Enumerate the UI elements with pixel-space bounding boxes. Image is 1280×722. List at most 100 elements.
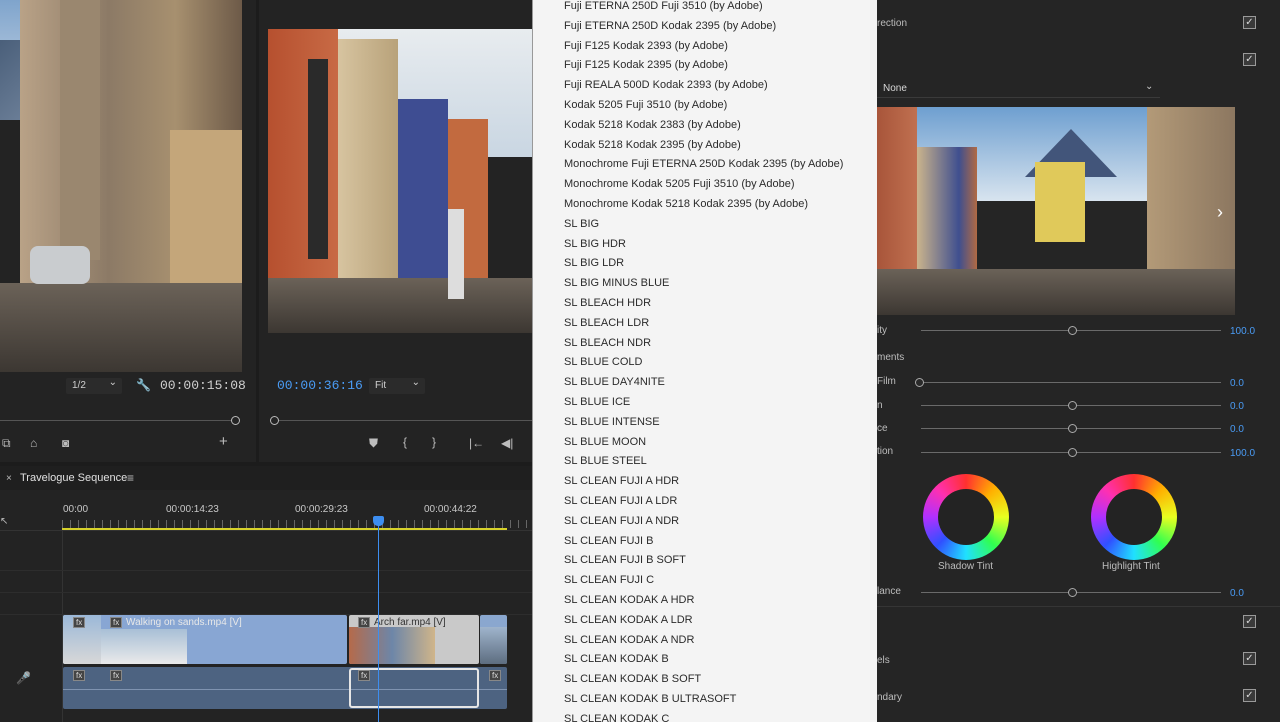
source-scrubber-handle[interactable] bbox=[231, 416, 240, 425]
timeline-clip[interactable]: fx Arch far.mp4 [V] bbox=[349, 615, 479, 664]
look-menu-item[interactable]: SL CLEAN KODAK C bbox=[533, 710, 877, 722]
tab-travelogue-sequence[interactable]: Travelogue Sequence bbox=[20, 472, 127, 484]
insert-icon[interactable]: ⧉ bbox=[2, 437, 11, 449]
section-label: rection bbox=[877, 18, 908, 29]
look-menu-item[interactable]: SL BLUE DAY4NITE bbox=[533, 373, 877, 393]
look-menu-item[interactable]: SL BLEACH LDR bbox=[533, 314, 877, 334]
marker-icon[interactable]: ⛊ bbox=[369, 437, 378, 449]
look-menu-item[interactable]: Kodak 5218 Kodak 2383 (by Adobe) bbox=[533, 116, 877, 136]
look-dropdown-menu: Fuji ETERNA 250D Fuji 3510 (by Adobe) Fuj… bbox=[532, 0, 877, 722]
source-monitor: 1/2 🔧 00:00:15:08 ⧉ ⌂ ◙ + bbox=[0, 0, 256, 462]
source-timecode[interactable]: 00:00:15:08 bbox=[160, 378, 246, 393]
look-menu-item[interactable]: Kodak 5218 Kodak 2395 (by Adobe) bbox=[533, 136, 877, 156]
ruler-label: 00:00:14:23 bbox=[166, 504, 219, 515]
ruler-ticks[interactable] bbox=[62, 520, 532, 528]
look-menu-item[interactable]: Monochrome Fuji ETERNA 250D Kodak 2395 (… bbox=[533, 155, 877, 175]
look-menu-item[interactable]: SL CLEAN FUJI A NDR bbox=[533, 512, 877, 532]
look-menu-item[interactable]: SL CLEAN KODAK A NDR bbox=[533, 631, 877, 651]
mark-out-icon[interactable]: } bbox=[432, 436, 436, 448]
playhead-handle[interactable] bbox=[373, 516, 384, 526]
look-menu-item[interactable]: SL CLEAN FUJI B SOFT bbox=[533, 551, 877, 571]
look-menu-item[interactable]: SL CLEAN FUJI A LDR bbox=[533, 492, 877, 512]
camera-icon[interactable]: ◙ bbox=[62, 437, 69, 449]
look-menu-item[interactable]: SL BLUE COLD bbox=[533, 353, 877, 373]
section-checkbox[interactable]: ✓ bbox=[1243, 53, 1256, 66]
look-menu-item[interactable]: SL CLEAN FUJI A HDR bbox=[533, 472, 877, 492]
shadow-tint-wheel[interactable] bbox=[923, 474, 1009, 560]
wrench-icon[interactable]: 🔧 bbox=[136, 379, 151, 391]
fit-dropdown[interactable]: Fit bbox=[369, 377, 425, 394]
slider-value[interactable]: 0.0 bbox=[1230, 424, 1244, 435]
playhead-line[interactable] bbox=[378, 520, 379, 722]
look-menu-item[interactable]: SL BLEACH NDR bbox=[533, 334, 877, 354]
look-menu-item[interactable]: SL CLEAN KODAK B SOFT bbox=[533, 670, 877, 690]
microphone-icon[interactable]: 🎤 bbox=[16, 672, 31, 684]
look-menu-item[interactable]: SL CLEAN KODAK A HDR bbox=[533, 591, 877, 611]
sharpen-slider[interactable] bbox=[1068, 401, 1077, 410]
look-preview-image[interactable]: › bbox=[877, 107, 1235, 315]
ruler-label: 00:00:44:22 bbox=[424, 504, 477, 515]
look-menu-item[interactable]: Monochrome Kodak 5205 Fuji 3510 (by Adob… bbox=[533, 175, 877, 195]
look-menu-item[interactable]: Kodak 5205 Fuji 3510 (by Adobe) bbox=[533, 96, 877, 116]
look-menu-item[interactable]: SL CLEAN KODAK A LDR bbox=[533, 611, 877, 631]
look-dropdown[interactable]: None ⌄ bbox=[877, 80, 1160, 98]
look-menu-item[interactable]: Fuji F125 Kodak 2395 (by Adobe) bbox=[533, 56, 877, 76]
ruler-label: 00:00 bbox=[63, 504, 89, 515]
faded-film-slider[interactable] bbox=[915, 378, 924, 387]
fx-badge: fx bbox=[110, 617, 123, 628]
slider-value[interactable]: 100.0 bbox=[1230, 326, 1255, 337]
look-menu-item[interactable]: Fuji ETERNA 250D Fuji 3510 (by Adobe) bbox=[533, 0, 877, 17]
look-menu-item[interactable]: SL BLUE MOON bbox=[533, 433, 877, 453]
intensity-slider[interactable] bbox=[1068, 326, 1077, 335]
look-menu-item[interactable]: Fuji ETERNA 250D Kodak 2395 (by Adobe) bbox=[533, 17, 877, 37]
section-checkbox[interactable]: ✓ bbox=[1243, 615, 1256, 628]
section-checkbox[interactable]: ✓ bbox=[1243, 652, 1256, 665]
section-label: ndary bbox=[877, 692, 903, 703]
look-menu-item[interactable]: Fuji F125 Kodak 2393 (by Adobe) bbox=[533, 37, 877, 57]
fx-badge: fx bbox=[358, 670, 371, 681]
timeline-clip[interactable] bbox=[480, 615, 507, 664]
look-menu-item[interactable]: Fuji REALA 500D Kodak 2393 (by Adobe) bbox=[533, 76, 877, 96]
look-menu-item[interactable]: SL BIG bbox=[533, 215, 877, 235]
look-menu-item[interactable]: SL BLUE ICE bbox=[533, 393, 877, 413]
saturation-slider[interactable] bbox=[1068, 448, 1077, 457]
go-to-in-icon[interactable]: |← bbox=[469, 437, 484, 449]
next-look-chevron-icon[interactable]: › bbox=[1217, 202, 1223, 223]
look-menu-item[interactable]: SL CLEAN KODAK B bbox=[533, 650, 877, 670]
clip-label: Walking on sands.mp4 [V] bbox=[126, 617, 242, 628]
fx-badge: fx bbox=[73, 670, 86, 681]
pointer-icon[interactable]: ↖ bbox=[0, 516, 8, 528]
vibrance-slider[interactable] bbox=[1068, 424, 1077, 433]
close-tab-icon[interactable]: × bbox=[6, 473, 12, 485]
mark-in-icon[interactable]: { bbox=[403, 436, 407, 448]
add-button-icon[interactable]: + bbox=[219, 434, 228, 449]
look-menu-item[interactable]: SL BIG LDR bbox=[533, 254, 877, 274]
look-menu-item[interactable]: SL CLEAN FUJI B bbox=[533, 532, 877, 552]
slider-value[interactable]: 0.0 bbox=[1230, 378, 1244, 389]
look-menu-item[interactable]: SL CLEAN FUJI C bbox=[533, 571, 877, 591]
look-menu-item[interactable]: SL BLEACH HDR bbox=[533, 294, 877, 314]
tint-balance-slider[interactable] bbox=[1068, 588, 1077, 597]
slider-value[interactable]: 0.0 bbox=[1230, 588, 1244, 599]
program-scrubber-handle[interactable] bbox=[270, 416, 279, 425]
ruler-label: 00:00:29:23 bbox=[295, 504, 348, 515]
look-menu-item[interactable]: Monochrome Kodak 5218 Kodak 2395 (by Ado… bbox=[533, 195, 877, 215]
look-menu-list: Fuji ETERNA 250D Fuji 3510 (by Adobe) Fuj… bbox=[533, 0, 877, 722]
timeline-clip[interactable]: fx fx Walking on sands.mp4 [V] bbox=[63, 615, 347, 664]
highlight-tint-wheel[interactable] bbox=[1091, 474, 1177, 560]
section-checkbox[interactable]: ✓ bbox=[1243, 16, 1256, 29]
slider-label: lance bbox=[877, 586, 901, 597]
tab-menu-icon[interactable]: ≡ bbox=[127, 472, 134, 484]
source-resolution-dropdown[interactable]: 1/2 bbox=[66, 377, 122, 394]
section-checkbox[interactable]: ✓ bbox=[1243, 689, 1256, 702]
look-menu-item[interactable]: SL CLEAN KODAK B ULTRASOFT bbox=[533, 690, 877, 710]
overwrite-icon[interactable]: ⌂ bbox=[30, 437, 37, 449]
look-menu-item[interactable]: SL BIG MINUS BLUE bbox=[533, 274, 877, 294]
look-menu-item[interactable]: SL BLUE INTENSE bbox=[533, 413, 877, 433]
look-menu-item[interactable]: SL BLUE STEEL bbox=[533, 452, 877, 472]
program-timecode[interactable]: 00:00:36:16 bbox=[277, 378, 363, 393]
step-back-icon[interactable]: ◀| bbox=[501, 437, 513, 449]
slider-value[interactable]: 0.0 bbox=[1230, 401, 1244, 412]
slider-value[interactable]: 100.0 bbox=[1230, 448, 1255, 459]
look-menu-item[interactable]: SL BIG HDR bbox=[533, 235, 877, 255]
